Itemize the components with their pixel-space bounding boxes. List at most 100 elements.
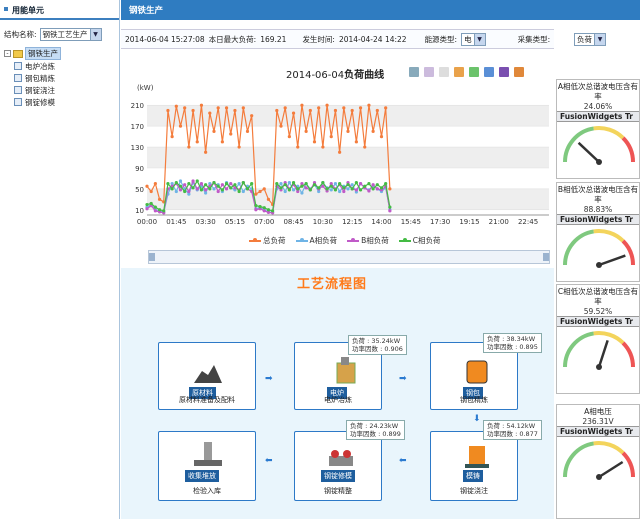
legend-swatch — [249, 238, 261, 242]
x-tick-label: 05:15 — [225, 218, 245, 226]
list-icon[interactable] — [499, 67, 509, 77]
data-point — [287, 188, 291, 192]
structure-select[interactable]: 钢铁工艺生产 ▼ — [39, 28, 102, 41]
export-icon[interactable] — [454, 67, 464, 77]
data-point — [212, 187, 216, 191]
data-point — [212, 129, 216, 133]
legend-item[interactable]: C相负荷 — [398, 235, 441, 246]
data-point — [300, 191, 304, 195]
energy-label: 能源类型: — [424, 34, 458, 44]
data-point — [304, 129, 308, 133]
node-icon — [14, 98, 22, 106]
data-point — [379, 186, 384, 190]
x-tick-label: 01:45 — [166, 218, 186, 226]
tree-item[interactable]: 钢锭浇注 — [0, 84, 119, 96]
max-load-label: 本日最大负荷: — [208, 34, 257, 44]
page-title: 钢铁生产 — [121, 0, 640, 20]
energy-select[interactable]: 电 ▼ — [461, 32, 486, 46]
card-label: 收集堆放 — [185, 470, 219, 482]
card-caption: 原材料准备及配料 — [179, 396, 235, 404]
data-point — [312, 140, 317, 144]
data-point — [375, 183, 379, 187]
tree-item[interactable]: 电炉冶炼 — [0, 60, 119, 72]
gauge-value: 236.31V — [582, 417, 614, 426]
legend-item[interactable]: B相负荷 — [347, 235, 389, 246]
data-point — [300, 103, 304, 107]
collect-select[interactable]: 负荷 ▼ — [574, 33, 606, 46]
data-point — [287, 134, 291, 139]
card-label: 钢锭修模 — [321, 470, 355, 482]
casting-icon — [461, 442, 493, 468]
x-tick-label: 19:15 — [459, 218, 479, 226]
data-point — [216, 189, 220, 194]
card-mold[interactable]: 钢锭修模 钢锭精整 — [294, 431, 382, 501]
gauge-band — [563, 331, 595, 368]
line-chart-icon[interactable] — [469, 67, 479, 77]
tree-item[interactable]: 钢包精炼 — [0, 72, 119, 84]
occur-value: 2014-04-24 14:22 — [338, 34, 407, 44]
gauge-dial — [563, 126, 635, 165]
data-point — [329, 134, 333, 139]
data-point — [224, 106, 229, 110]
card-caption: 检验入库 — [193, 487, 221, 495]
chart-legend: 总负荷 A相负荷 B相负荷 C相负荷 — [249, 235, 441, 246]
x-tick-label: 15:45 — [401, 218, 421, 226]
data-point — [342, 189, 346, 194]
data-point — [325, 187, 329, 191]
data-point — [237, 189, 241, 194]
legend-item[interactable]: 总负荷 — [249, 235, 286, 246]
data-point — [216, 106, 220, 110]
card-store[interactable]: 收集堆放 检验入库 — [158, 431, 256, 501]
data-point — [384, 182, 388, 186]
tree-root[interactable]: - 钢铁生产 — [0, 47, 119, 60]
legend-item[interactable]: A相负荷 — [295, 235, 338, 246]
furnace-icon — [331, 357, 363, 384]
tree-root-label[interactable]: 钢铁生产 — [25, 47, 61, 60]
ladle-icon — [461, 357, 493, 384]
gauge-band — [621, 451, 635, 478]
x-tick-label: 07:00 — [254, 218, 274, 226]
chart-navigator[interactable] — [148, 250, 550, 264]
gauge-dial — [563, 441, 635, 480]
data-point — [187, 189, 191, 194]
gauge-band — [621, 239, 635, 266]
clear-icon[interactable] — [439, 67, 449, 77]
collapse-icon[interactable]: - — [4, 50, 11, 57]
data-point — [321, 180, 325, 185]
pen-icon[interactable] — [409, 67, 419, 77]
legend-label: A相负荷 — [309, 236, 338, 245]
data-point — [187, 182, 191, 186]
data-point — [350, 187, 354, 191]
data-point — [149, 201, 153, 206]
tree-item[interactable]: 钢锭修模 — [0, 96, 119, 108]
eraser-icon[interactable] — [424, 67, 434, 77]
data-point — [237, 182, 241, 186]
data-point — [166, 108, 170, 113]
collect-label: 采集类型: — [517, 34, 551, 44]
gauge-band — [593, 441, 625, 455]
data-point — [216, 184, 220, 188]
data-point — [183, 183, 187, 187]
data-point — [170, 134, 174, 139]
data-point — [358, 188, 363, 192]
navigator-right-handle[interactable] — [543, 253, 549, 261]
data-point — [333, 182, 338, 186]
flow-arrow-icon: ⬅ — [265, 456, 273, 466]
x-tick-label: 00:00 — [137, 218, 157, 226]
x-tick-label: 03:30 — [196, 218, 216, 226]
bar-chart-icon[interactable] — [484, 67, 494, 77]
data-point — [245, 129, 250, 133]
data-point — [300, 184, 304, 188]
card-raw[interactable]: 原材料 原材料准备及配料 — [158, 342, 256, 410]
data-point — [388, 187, 392, 191]
card-cast[interactable]: 模铸 钢锭浇注 — [430, 431, 518, 501]
data-point — [254, 203, 258, 208]
info-bar: 2014-06-04 15:27:08 本日最大负荷: 169.21 发生时间:… — [121, 29, 554, 49]
data-point — [229, 182, 233, 186]
legend-swatch — [398, 238, 411, 242]
column-icon[interactable] — [514, 67, 524, 77]
load-bubble: 负荷 : 54.12kW 功率因数 : 0.877 — [483, 420, 542, 440]
navigator-left-handle[interactable] — [149, 253, 155, 261]
data-point — [229, 132, 233, 136]
data-point — [145, 184, 149, 188]
